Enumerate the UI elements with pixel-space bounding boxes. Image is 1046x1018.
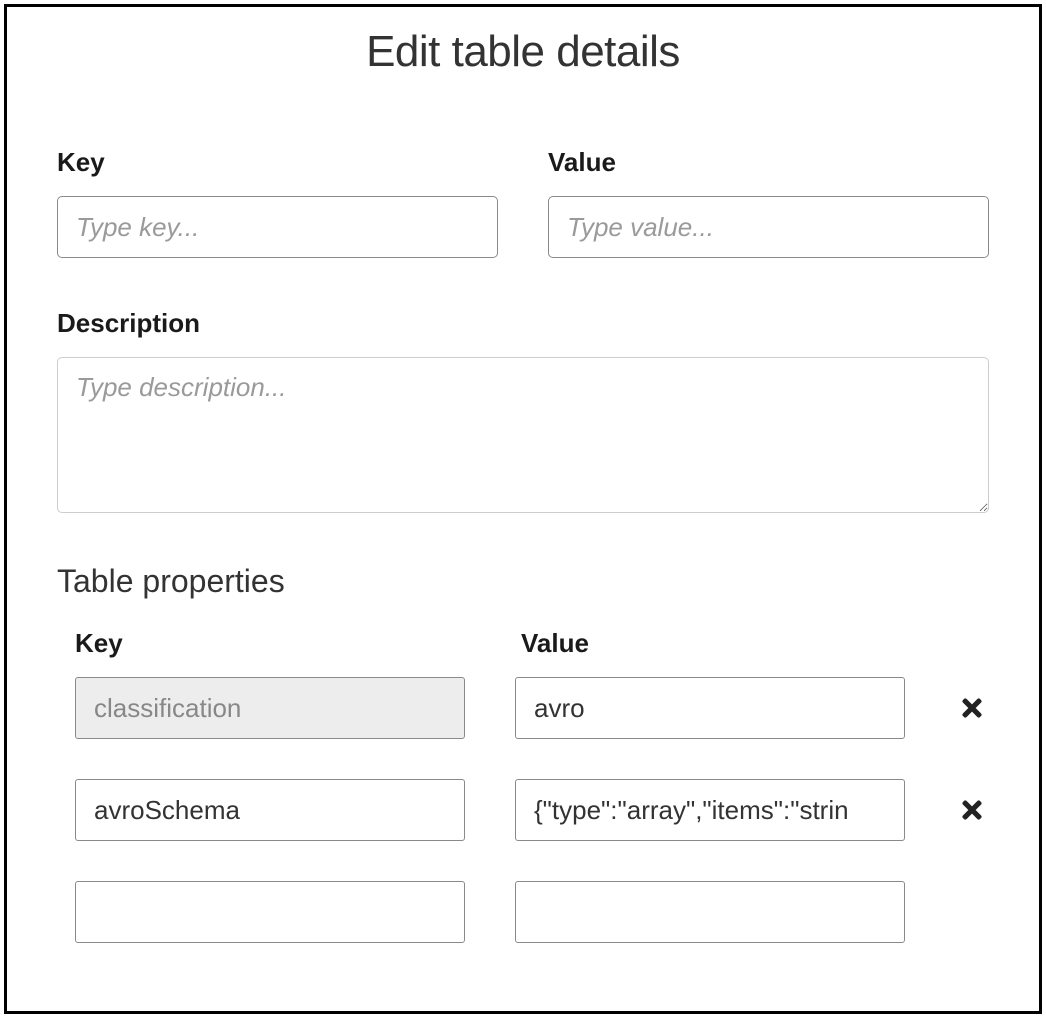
table-property-row bbox=[75, 779, 989, 841]
table-properties-heading: Table properties bbox=[57, 563, 989, 600]
table-properties-block: Key Value bbox=[57, 628, 989, 943]
table-property-row bbox=[75, 677, 989, 739]
value-input[interactable] bbox=[548, 196, 989, 258]
key-input[interactable] bbox=[57, 196, 498, 258]
prop-value-label: Value bbox=[521, 628, 589, 658]
prop-key-input[interactable] bbox=[75, 677, 465, 739]
kv-section: Key Value bbox=[57, 147, 989, 258]
edit-table-details-dialog: Edit table details Key Value Description… bbox=[4, 4, 1042, 1014]
dialog-title: Edit table details bbox=[57, 27, 989, 77]
prop-value-input[interactable] bbox=[515, 779, 905, 841]
close-icon bbox=[958, 796, 986, 824]
close-icon bbox=[958, 694, 986, 722]
prop-key-input[interactable] bbox=[75, 881, 465, 943]
prop-key-label: Key bbox=[75, 628, 123, 658]
prop-value-input[interactable] bbox=[515, 881, 905, 943]
description-section: Description bbox=[57, 308, 989, 513]
value-label: Value bbox=[548, 147, 989, 178]
prop-key-input[interactable] bbox=[75, 779, 465, 841]
key-label: Key bbox=[57, 147, 498, 178]
description-label: Description bbox=[57, 308, 989, 339]
prop-value-input[interactable] bbox=[515, 677, 905, 739]
cutoff-region bbox=[57, 87, 989, 107]
delete-property-button[interactable] bbox=[955, 691, 989, 725]
description-textarea[interactable] bbox=[57, 357, 989, 513]
delete-property-button[interactable] bbox=[955, 793, 989, 827]
table-property-row bbox=[75, 881, 989, 943]
